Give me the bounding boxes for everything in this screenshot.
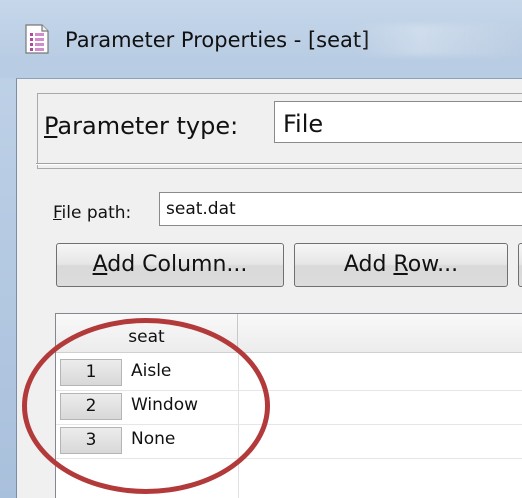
file-path-label: File path: [53,203,131,223]
add-column-button[interactable]: Add Column... [56,243,284,287]
file-path-input[interactable]: seat.dat [159,192,522,226]
parameter-type-label: Parameter type: [44,112,238,140]
parameter-type-label-mnemonic: P [44,112,58,140]
document-parameter-icon [25,24,49,54]
parameter-type-select[interactable]: File [274,101,522,143]
table-row[interactable]: 2 Window [56,390,522,425]
add-column-label-post: dd Column... [107,252,248,277]
parameter-data-grid[interactable]: seat 1 Aisle 2 Window 3 None [55,313,522,498]
window-frame-left [0,78,16,498]
window-title: Parameter Properties - [seat] [65,28,370,52]
extra-button-partial[interactable] [518,243,522,287]
table-cell[interactable]: None [131,429,175,449]
title-bar-glass [350,24,522,56]
add-row-label-pre: Add [343,252,394,277]
table-row[interactable]: 3 None [56,424,522,459]
title-bar[interactable]: Parameter Properties - [seat] [0,0,522,78]
add-row-label-post: ow... [407,252,459,277]
parameter-properties-window: Parameter Properties - [seat] Parameter … [0,0,522,498]
separator [36,163,522,165]
row-header[interactable]: 2 [60,393,122,420]
row-header[interactable]: 1 [60,359,122,386]
file-path-label-text: ile path: [61,203,132,223]
add-column-label-mnemonic: A [92,252,108,277]
table-row[interactable]: 1 Aisle [56,356,522,391]
add-row-button[interactable]: Add Row... [294,243,508,287]
add-row-label-mnemonic: R [393,252,408,277]
column-header-seat[interactable]: seat [56,314,238,352]
row-header[interactable]: 3 [60,427,122,454]
grid-header-row: seat [56,314,522,353]
table-cell[interactable]: Aisle [131,361,171,381]
table-cell[interactable]: Window [131,395,198,415]
file-path-label-mnemonic: F [53,203,62,223]
parameter-type-label-text: arameter type: [57,112,239,140]
